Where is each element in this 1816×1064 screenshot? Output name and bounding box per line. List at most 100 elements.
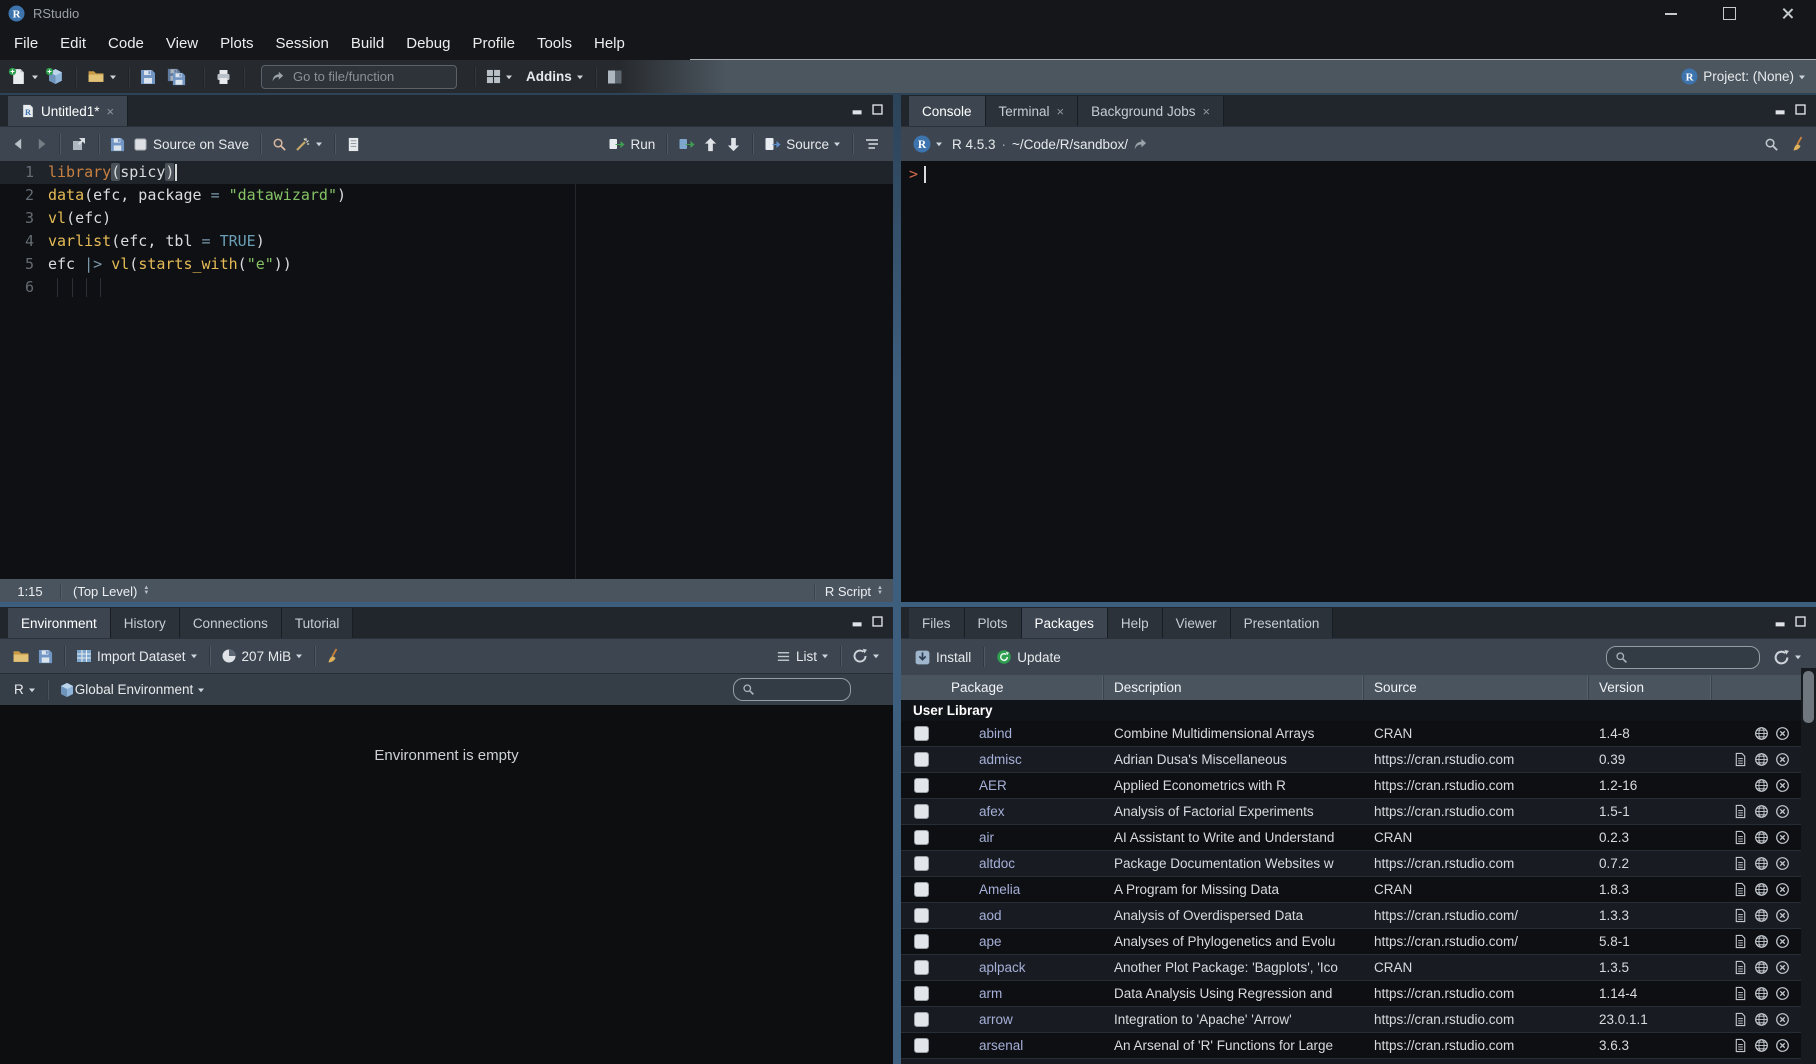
- menu-profile[interactable]: Profile: [461, 27, 526, 60]
- tab-viewer[interactable]: Viewer: [1163, 608, 1231, 638]
- package-row-aplpack[interactable]: aplpackAnother Plot Package: 'Bagplots',…: [901, 955, 1816, 981]
- package-website-icon[interactable]: [1754, 960, 1769, 975]
- menu-code[interactable]: Code: [97, 27, 155, 60]
- package-name-link[interactable]: AER: [941, 778, 1104, 793]
- menu-help[interactable]: Help: [583, 27, 636, 60]
- package-row-air[interactable]: airAI Assistant to Write and UnderstandC…: [901, 825, 1816, 851]
- maximize-pane-icon[interactable]: [871, 103, 884, 116]
- package-website-icon[interactable]: [1754, 830, 1769, 845]
- addins-button[interactable]: Addins: [517, 64, 588, 90]
- package-row-aer[interactable]: AERApplied Econometrics with Rhttps://cr…: [901, 773, 1816, 799]
- clear-console-icon[interactable]: [1791, 136, 1807, 152]
- back-button[interactable]: [8, 131, 30, 157]
- manual-doc-icon[interactable]: [1733, 960, 1748, 975]
- package-website-icon[interactable]: [1754, 856, 1769, 871]
- package-checkbox[interactable]: [914, 804, 929, 819]
- remove-package-icon[interactable]: [1775, 908, 1790, 923]
- remove-package-icon[interactable]: [1775, 934, 1790, 949]
- package-website-icon[interactable]: [1754, 1038, 1769, 1053]
- remove-package-icon[interactable]: [1775, 752, 1790, 767]
- menu-session[interactable]: Session: [265, 27, 340, 60]
- package-name-link[interactable]: air: [941, 830, 1104, 845]
- environment-scope-selector[interactable]: Global Environment: [55, 677, 210, 703]
- tab-presentation[interactable]: Presentation: [1231, 608, 1334, 638]
- package-website-icon[interactable]: [1754, 726, 1769, 741]
- manual-doc-icon[interactable]: [1733, 986, 1748, 1001]
- header-package[interactable]: Package: [941, 675, 1104, 700]
- addins-grid-button[interactable]: [482, 64, 517, 90]
- menu-plots[interactable]: Plots: [209, 27, 264, 60]
- print-button[interactable]: [211, 64, 236, 90]
- header-source[interactable]: Source: [1364, 675, 1589, 700]
- remove-package-icon[interactable]: [1775, 986, 1790, 1001]
- package-checkbox[interactable]: [914, 752, 929, 767]
- package-name-link[interactable]: ape: [941, 934, 1104, 949]
- menu-edit[interactable]: Edit: [49, 27, 97, 60]
- package-checkbox[interactable]: [914, 882, 929, 897]
- package-row-abind[interactable]: abindCombine Multidimensional ArraysCRAN…: [901, 721, 1816, 747]
- code-line-3[interactable]: 3vl(efc): [0, 207, 893, 230]
- package-checkbox[interactable]: [914, 986, 929, 1001]
- package-row-arm[interactable]: armData Analysis Using Regression andhtt…: [901, 981, 1816, 1007]
- close-tab-icon[interactable]: [1202, 105, 1210, 118]
- package-checkbox[interactable]: [914, 908, 929, 923]
- package-checkbox[interactable]: [914, 960, 929, 975]
- update-button[interactable]: Update: [991, 649, 1066, 665]
- package-checkbox[interactable]: [914, 778, 929, 793]
- package-name-link[interactable]: aplpack: [941, 960, 1104, 975]
- remove-package-icon[interactable]: [1775, 1038, 1790, 1053]
- run-next-button[interactable]: [722, 131, 745, 157]
- window-close-button[interactable]: [1758, 0, 1816, 27]
- tab-background-jobs[interactable]: Background Jobs: [1078, 96, 1224, 126]
- code-line-1[interactable]: 1library(spicy): [0, 161, 893, 184]
- manual-doc-icon[interactable]: [1733, 1012, 1748, 1027]
- package-checkbox[interactable]: [914, 1012, 929, 1027]
- package-website-icon[interactable]: [1754, 1012, 1769, 1027]
- save-workspace-button[interactable]: [34, 643, 57, 669]
- package-website-icon[interactable]: [1754, 908, 1769, 923]
- package-name-link[interactable]: afex: [941, 804, 1104, 819]
- refresh-packages-button[interactable]: [1773, 649, 1802, 666]
- package-name-link[interactable]: arrow: [941, 1012, 1104, 1027]
- document-outline-button[interactable]: [860, 131, 884, 157]
- install-button[interactable]: Install: [909, 649, 976, 666]
- maximize-pane-icon[interactable]: [1794, 103, 1807, 116]
- package-row-amelia[interactable]: AmeliaA Program for Missing DataCRAN1.8.…: [901, 877, 1816, 903]
- code-editor[interactable]: 1library(spicy)2data(efc, package = "dat…: [0, 161, 893, 579]
- menu-view[interactable]: View: [155, 27, 209, 60]
- minimize-pane-icon[interactable]: [851, 103, 864, 116]
- import-dataset-button[interactable]: Import Dataset: [72, 643, 202, 669]
- remove-package-icon[interactable]: [1775, 1012, 1790, 1027]
- package-row-aod[interactable]: aodAnalysis of Overdispersed Datahttps:/…: [901, 903, 1816, 929]
- code-line-6[interactable]: 6: [0, 276, 893, 299]
- tab-connections[interactable]: Connections: [180, 608, 282, 638]
- memory-usage-button[interactable]: 207 MiB: [217, 643, 308, 669]
- remove-package-icon[interactable]: [1775, 726, 1790, 741]
- package-checkbox[interactable]: [914, 830, 929, 845]
- package-website-icon[interactable]: [1754, 934, 1769, 949]
- package-name-link[interactable]: aod: [941, 908, 1104, 923]
- package-row-ape[interactable]: apeAnalyses of Phylogenetics and Evoluht…: [901, 929, 1816, 955]
- package-name-link[interactable]: admisc: [941, 752, 1104, 767]
- package-name-link[interactable]: Amelia: [941, 882, 1104, 897]
- package-website-icon[interactable]: [1754, 882, 1769, 897]
- package-row-afex[interactable]: afexAnalysis of Factorial Experimentshtt…: [901, 799, 1816, 825]
- scope-selector[interactable]: (Top Level): [61, 584, 814, 599]
- tab-packages[interactable]: Packages: [1022, 608, 1108, 638]
- window-maximize-button[interactable]: [1700, 0, 1758, 27]
- save-button[interactable]: [136, 64, 160, 90]
- project-menu-button[interactable]: Project: (None): [1681, 60, 1806, 93]
- tab-history[interactable]: History: [111, 608, 180, 638]
- list-view-button[interactable]: List: [772, 643, 833, 669]
- tab-tutorial[interactable]: Tutorial: [282, 608, 354, 638]
- remove-package-icon[interactable]: [1775, 960, 1790, 975]
- remove-package-icon[interactable]: [1775, 804, 1790, 819]
- close-tab-icon[interactable]: [107, 105, 115, 118]
- package-checkbox[interactable]: [914, 856, 929, 871]
- minimize-pane-icon[interactable]: [851, 615, 864, 628]
- manual-doc-icon[interactable]: [1733, 934, 1748, 949]
- minimize-pane-icon[interactable]: [1774, 615, 1787, 628]
- run-button[interactable]: Run: [604, 131, 659, 157]
- search-console-icon[interactable]: [1764, 137, 1779, 152]
- clear-environment-button[interactable]: [322, 643, 346, 669]
